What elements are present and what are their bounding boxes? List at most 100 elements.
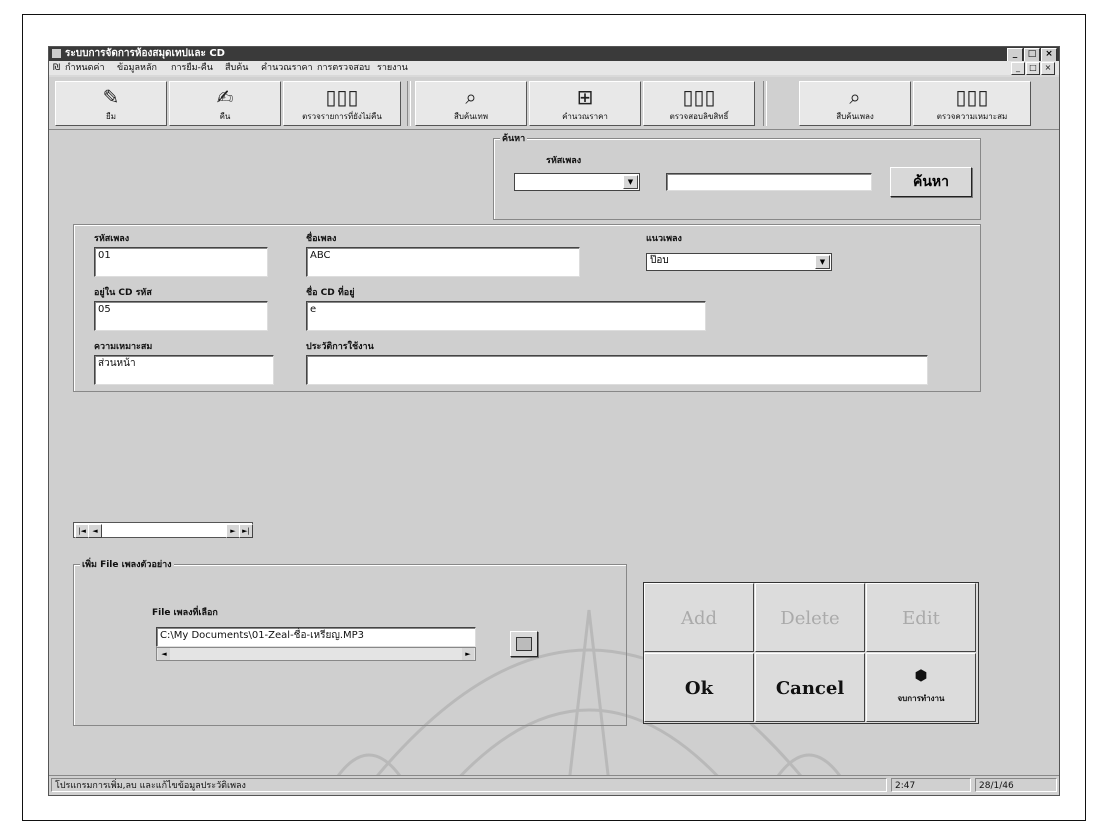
toolbar-search-song-button[interactable]: ⌕ สืบค้นเพลง (799, 81, 911, 126)
book-icon: ▯▯▯ (325, 85, 359, 109)
doc-menu-icon[interactable]: ₪ (53, 61, 60, 75)
first-record-button[interactable]: |◄ (75, 524, 89, 538)
search-group: ค้นหา รหัสเพลง ▼ ค้นหา (493, 131, 981, 220)
toolbar-suitability-label: ตรวจความเหมาะสม (936, 112, 1008, 121)
status-message: โปรแกรมการเพิ่ม,ลบ และแก้ไขข้อมูลประวัติ… (51, 778, 887, 792)
prev-record-button[interactable]: ◄ (88, 524, 102, 538)
song-code-field[interactable]: 01 (94, 247, 268, 277)
scroll-right-button[interactable]: ► (462, 648, 474, 660)
genre-combo[interactable]: ป๊อบ ▼ (646, 253, 832, 271)
exit-button[interactable]: ⬢ จบการทำงาน (866, 653, 976, 722)
cd-code-field[interactable]: 05 (94, 301, 268, 331)
toolbar-unreturned-button[interactable]: ▯▯▯ ตรวจรายการที่ยังไม่คืน (283, 81, 401, 126)
toolbar-separator (407, 81, 411, 126)
scroll-left-button[interactable]: ◄ (158, 648, 170, 660)
exit-button-label: จบการทำงาน (897, 694, 945, 703)
song-code-label: รหัสเพลง (94, 234, 130, 244)
exit-door-icon: ⬢ (914, 668, 928, 684)
search-song-icon: ⌕ (849, 85, 861, 109)
borrow-icon: ✎ (102, 85, 120, 109)
maximize-button[interactable]: □ (1024, 48, 1040, 62)
suitability-label: ความเหมาะสม (94, 342, 153, 352)
suitability-field[interactable]: ส่วนหน้า (94, 355, 274, 385)
folder-icon (516, 637, 532, 651)
next-record-button[interactable]: ► (226, 524, 240, 538)
search-group-title: ค้นหา (500, 131, 528, 145)
browse-file-button[interactable] (510, 631, 538, 657)
toolbar-search-label: สืบค้นเทพ (453, 112, 489, 121)
menu-bar: ₪ กำหนดค่า ข้อมูลหลัก การยืม-คืน สืบค้น … (49, 61, 1059, 75)
status-time: 2:47 (891, 778, 971, 792)
menu-master-data[interactable]: ข้อมูลหลัก (117, 61, 157, 75)
menu-borrow-return[interactable]: การยืม-คืน (171, 61, 213, 75)
toolbar-unreturned-label: ตรวจรายการที่ยังไม่คืน (302, 112, 382, 121)
record-navigator: |◄ ◄ ► ►| (73, 522, 253, 538)
toolbar-borrow-label: ยืม (106, 112, 116, 121)
toolbar-calc-label: คำนวณราคา (562, 112, 608, 121)
add-button[interactable]: Add (644, 583, 754, 652)
sample-file-scrollbar[interactable]: ◄ ► (156, 647, 476, 661)
minimize-button[interactable]: _ (1007, 48, 1023, 62)
last-record-button[interactable]: ►| (239, 524, 253, 538)
toolbar-copyright-button[interactable]: ▯▯▯ ตรวจสอบลิขสิทธิ์ (643, 81, 755, 126)
mdi-close-button[interactable]: × (1041, 62, 1055, 75)
close-button[interactable]: × (1041, 48, 1057, 62)
search-input[interactable] (666, 173, 872, 191)
cd-name-label: ชื่อ CD ที่อยู่ (306, 288, 355, 298)
search-button[interactable]: ค้นหา (890, 167, 972, 197)
book-icon: ▯▯▯ (955, 85, 989, 109)
book-icon: ▯▯▯ (682, 85, 716, 109)
window-title: ระบบการจัดการห้องสมุดเทปและ CD (65, 48, 225, 59)
search-field-label: รหัสเพลง (546, 156, 582, 166)
cd-code-label: อยู่ใน CD รหัส (94, 288, 152, 298)
sample-file-group: เพิ่ม File เพลงตัวอย่าง File เพลงที่เลือ… (73, 557, 627, 726)
menu-settings[interactable]: กำหนดค่า (65, 61, 105, 75)
calculate-icon: ⊞ (576, 85, 594, 109)
app-window: ระบบการจัดการห้องสมุดเทปและ CD _ □ × ₪ ก… (48, 46, 1060, 796)
menu-inspection[interactable]: การตรวจสอบ (317, 61, 370, 75)
sample-file-group-title: เพิ่ม File เพลงตัวอย่าง (80, 557, 174, 571)
edit-button[interactable]: Edit (866, 583, 976, 652)
record-group: รหัสเพลง 01 ชื่อเพลง ABC แนวเพลง ป๊อบ ▼ … (73, 224, 981, 392)
status-bar: โปรแกรมการเพิ่ม,ลบ และแก้ไขข้อมูลประวัติ… (49, 775, 1059, 795)
genre-label: แนวเพลง (646, 234, 682, 244)
action-buttons: Add Delete Edit Ok Cancel ⬢ จบการทำงาน (643, 582, 979, 724)
history-label: ประวัติการใช้งาน (306, 342, 374, 352)
chevron-down-icon[interactable]: ▼ (623, 175, 638, 189)
window-controls: _ □ × (1007, 48, 1057, 62)
form-content: ค้นหา รหัสเพลง ▼ ค้นหา รหัสเพลง 01 ชื่อเ… (49, 130, 1059, 795)
toolbar-return-button[interactable]: ✍ คืน (169, 81, 281, 126)
mdi-restore-button[interactable]: □ (1026, 62, 1040, 75)
toolbar-return-label: คืน (219, 112, 231, 121)
toolbar-calc-button[interactable]: ⊞ คำนวณราคา (529, 81, 641, 126)
chevron-down-icon[interactable]: ▼ (815, 255, 830, 269)
search-icon: ⌕ (465, 85, 477, 109)
menu-search[interactable]: สืบค้น (225, 61, 248, 75)
song-name-label: ชื่อเพลง (306, 234, 337, 244)
menu-report[interactable]: รายงาน (377, 61, 408, 75)
return-icon: ✍ (216, 85, 234, 109)
delete-button[interactable]: Delete (755, 583, 865, 652)
mdi-controls: _ □ × (1011, 62, 1055, 75)
toolbar-separator (763, 81, 767, 126)
genre-combo-value: ป๊อบ (650, 255, 669, 266)
toolbar-search-button[interactable]: ⌕ สืบค้นเทพ (415, 81, 527, 126)
cd-name-field[interactable]: e (306, 301, 706, 331)
status-date: 28/1/46 (975, 778, 1057, 792)
history-field[interactable] (306, 355, 928, 385)
app-icon (52, 49, 61, 58)
sample-file-path[interactable]: C:\My Documents\01-Zeal-ชื่อ-เหรียญ.MP3 (156, 627, 476, 647)
title-bar: ระบบการจัดการห้องสมุดเทปและ CD _ □ × (49, 47, 1059, 62)
toolbar: ✎ ยืม ✍ คืน ▯▯▯ ตรวจรายการที่ยังไม่คืน ⌕… (49, 77, 1059, 130)
song-name-field[interactable]: ABC (306, 247, 580, 277)
cancel-button[interactable]: Cancel (755, 653, 865, 722)
toolbar-copyright-label: ตรวจสอบลิขสิทธิ์ (669, 112, 729, 121)
toolbar-borrow-button[interactable]: ✎ ยืม (55, 81, 167, 126)
sample-file-label: File เพลงที่เลือก (152, 608, 218, 618)
menu-price-calc[interactable]: คำนวณราคา (261, 61, 313, 75)
mdi-minimize-button[interactable]: _ (1011, 62, 1025, 75)
toolbar-suitability-button[interactable]: ▯▯▯ ตรวจความเหมาะสม (913, 81, 1031, 126)
ok-button[interactable]: Ok (644, 653, 754, 722)
toolbar-search-song-label: สืบค้นเพลง (836, 112, 874, 121)
search-field-combo[interactable]: ▼ (514, 173, 640, 191)
